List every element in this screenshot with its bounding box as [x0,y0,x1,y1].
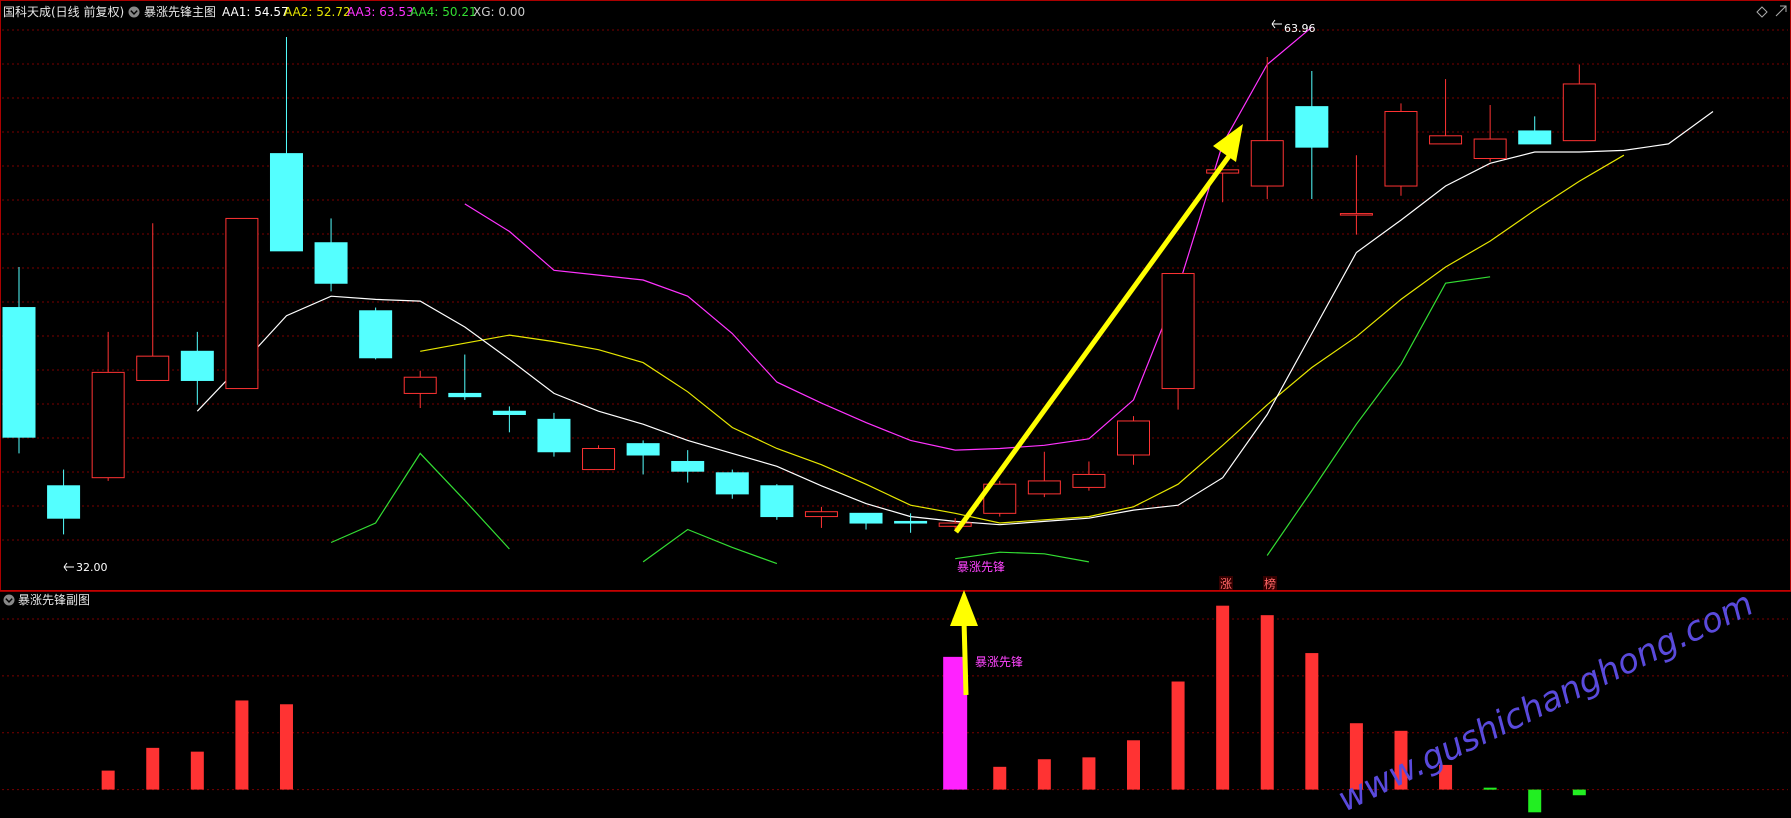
sub-bar [1037,759,1051,790]
limit-label: 涨 [1220,576,1232,591]
signal-arrow-shaft [961,619,969,696]
candle-body [359,310,393,359]
candle-body [1072,473,1106,488]
candle-body [492,410,526,415]
main-header: 国科天成(日线 前复权) 暴涨先锋主图 AA1: 54.57 AA2: 52.7… [3,4,525,19]
chart-canvas: 国科天成(日线 前复权) 暴涨先锋主图 AA1: 54.57 AA2: 52.7… [0,0,1791,818]
candle-body [91,371,125,479]
sub-bar [993,766,1007,790]
candle-body [626,443,660,456]
candle-body [403,376,437,394]
stock-name: 国科天成(日线 前复权) [3,4,124,19]
diamond-icon[interactable] [1756,6,1768,18]
candle-body [180,350,214,381]
candle-body [1161,273,1195,390]
indicator-lines [196,26,1714,565]
sub-collapse-icon[interactable] [3,594,15,606]
main-panel-border [0,0,1791,591]
sub-bar [235,700,249,790]
sub-bar [1171,681,1185,790]
candle-body [1518,130,1552,145]
candle-body [1117,420,1150,456]
sub-bar [1260,615,1274,790]
candle-body [1384,110,1418,187]
sub-bar [1528,789,1542,813]
sub-bar [279,704,293,790]
candle-body [269,153,303,252]
main-indicator-name: 暴涨先锋主图 [144,4,216,19]
xg-value: XG: 0.00 [473,5,525,19]
sub-indicator-name: 暴涨先锋副图 [18,592,90,607]
candle-body [938,522,972,527]
high-price-label: 63.96 [1284,22,1316,35]
sub-bar [1216,605,1230,790]
rise-arrow-head [1213,124,1243,162]
candle-body [537,418,571,453]
candle-body [671,460,705,472]
limit-label: 榜 [1264,576,1276,591]
aa1-line [196,111,1714,526]
aa3-value: AA3: 63.53 [347,5,414,19]
watermark: www.gushichanghong.com [1331,584,1759,818]
candle-body [1339,213,1373,216]
candles [2,36,1596,535]
aa2-value: AA2: 52.72 [284,5,351,19]
sub-bar [1305,653,1319,790]
candle-body [1562,83,1596,142]
candle-body [1473,138,1507,159]
sub-bar [1572,789,1586,796]
sub-bar [1082,757,1096,790]
candle-body [1250,140,1284,187]
candle-body [1429,135,1463,145]
high-pointer [1271,19,1282,29]
candle-body [47,485,81,519]
candle-body [225,217,259,390]
candle-body [804,511,838,518]
sub-bar [101,770,115,790]
expand-icon[interactable] [1775,5,1787,17]
aa1-value: AA1: 54.57 [222,5,289,19]
signal-arrow-head [950,590,978,626]
signal-label-sub: 暴涨先锋 [975,654,1023,669]
candle-body [582,448,616,471]
candle-body [715,472,749,495]
candle-body [448,392,482,398]
aa4-line [642,528,778,565]
candle-body [849,512,883,524]
aa4-value: AA4: 50.21 [410,5,477,19]
candle-body [1206,169,1240,174]
candle-body [760,485,794,518]
sub-bar [146,747,160,790]
candle-body [1295,106,1329,148]
aa4-line [330,452,510,550]
candle-body [2,307,36,438]
signal-label-main: 暴涨先锋 [957,559,1005,574]
main-collapse-icon[interactable] [128,6,140,18]
candle-body [1027,480,1061,495]
candle-body [314,242,348,284]
candle-body [136,355,170,381]
low-price-label: 32.00 [76,561,108,574]
sub-bar [190,751,204,790]
sub-bar [1483,787,1497,790]
sub-bar [1127,740,1140,790]
sub-header: 暴涨先锋副图 [3,592,90,607]
low-pointer [63,562,74,572]
candle-body [894,520,928,524]
